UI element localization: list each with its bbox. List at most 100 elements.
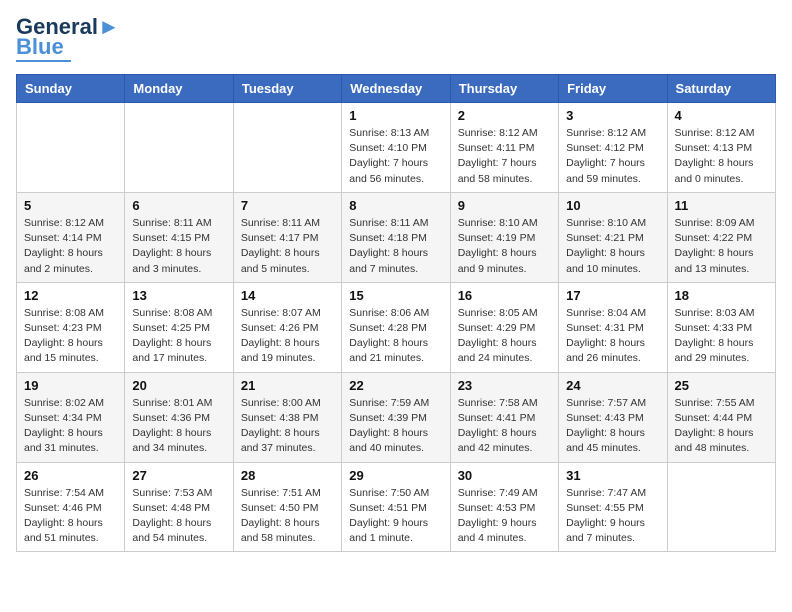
day-info: Sunrise: 7:50 AMSunset: 4:51 PMDaylight:…	[349, 486, 442, 547]
week-row-3: 12 Sunrise: 8:08 AMSunset: 4:23 PMDayligh…	[17, 282, 776, 372]
day-info: Sunrise: 7:53 AMSunset: 4:48 PMDaylight:…	[132, 486, 225, 547]
day-info: Sunrise: 8:10 AMSunset: 4:19 PMDaylight:…	[458, 216, 551, 277]
day-info: Sunrise: 8:12 AMSunset: 4:11 PMDaylight:…	[458, 126, 551, 187]
day-number: 16	[458, 288, 551, 303]
day-info: Sunrise: 7:51 AMSunset: 4:50 PMDaylight:…	[241, 486, 334, 547]
day-number: 7	[241, 198, 334, 213]
day-info: Sunrise: 8:03 AMSunset: 4:33 PMDaylight:…	[675, 306, 768, 367]
day-cell-29: 29 Sunrise: 7:50 AMSunset: 4:51 PMDayligh…	[342, 462, 450, 552]
day-cell-5: 5 Sunrise: 8:12 AMSunset: 4:14 PMDaylight…	[17, 192, 125, 282]
header-day-sunday: Sunday	[17, 75, 125, 103]
day-info: Sunrise: 8:10 AMSunset: 4:21 PMDaylight:…	[566, 216, 659, 277]
day-cell-1: 1Sunrise: 8:13 AMSunset: 4:10 PMDaylight…	[342, 103, 450, 193]
day-info: Sunrise: 7:57 AMSunset: 4:43 PMDaylight:…	[566, 396, 659, 457]
day-number: 24	[566, 378, 659, 393]
day-cell-16: 16Sunrise: 8:05 AMSunset: 4:29 PMDayligh…	[450, 282, 558, 372]
day-info: Sunrise: 7:47 AMSunset: 4:55 PMDaylight:…	[566, 486, 659, 547]
day-cell-6: 6 Sunrise: 8:11 AMSunset: 4:15 PMDaylight…	[125, 192, 233, 282]
day-info: Sunrise: 8:08 AMSunset: 4:23 PMDaylight:…	[24, 306, 117, 367]
day-number: 19	[24, 378, 117, 393]
day-info: Sunrise: 8:13 AMSunset: 4:10 PMDaylight:…	[349, 126, 442, 187]
day-number: 8	[349, 198, 442, 213]
day-number: 4	[675, 108, 768, 123]
week-row-2: 5 Sunrise: 8:12 AMSunset: 4:14 PMDaylight…	[17, 192, 776, 282]
day-info: Sunrise: 7:59 AMSunset: 4:39 PMDaylight:…	[349, 396, 442, 457]
day-cell-30: 30 Sunrise: 7:49 AMSunset: 4:53 PMDayligh…	[450, 462, 558, 552]
day-info: Sunrise: 8:04 AMSunset: 4:31 PMDaylight:…	[566, 306, 659, 367]
empty-cell	[17, 103, 125, 193]
day-cell-21: 21 Sunrise: 8:00 AMSunset: 4:38 PMDayligh…	[233, 372, 341, 462]
day-info: Sunrise: 8:12 AMSunset: 4:12 PMDaylight:…	[566, 126, 659, 187]
day-info: Sunrise: 7:54 AMSunset: 4:46 PMDaylight:…	[24, 486, 117, 547]
day-number: 12	[24, 288, 117, 303]
day-number: 14	[241, 288, 334, 303]
day-info: Sunrise: 8:02 AMSunset: 4:34 PMDaylight:…	[24, 396, 117, 457]
day-cell-3: 3 Sunrise: 8:12 AMSunset: 4:12 PMDaylight…	[559, 103, 667, 193]
day-cell-18: 18 Sunrise: 8:03 AMSunset: 4:33 PMDayligh…	[667, 282, 775, 372]
day-cell-19: 19 Sunrise: 8:02 AMSunset: 4:34 PMDayligh…	[17, 372, 125, 462]
day-cell-28: 28 Sunrise: 7:51 AMSunset: 4:50 PMDayligh…	[233, 462, 341, 552]
day-number: 27	[132, 468, 225, 483]
day-cell-7: 7 Sunrise: 8:11 AMSunset: 4:17 PMDaylight…	[233, 192, 341, 282]
calendar-table: SundayMondayTuesdayWednesdayThursdayFrid…	[16, 74, 776, 552]
day-cell-10: 10 Sunrise: 8:10 AMSunset: 4:21 PMDayligh…	[559, 192, 667, 282]
calendar-body: 1Sunrise: 8:13 AMSunset: 4:10 PMDaylight…	[17, 103, 776, 552]
header-day-thursday: Thursday	[450, 75, 558, 103]
day-number: 18	[675, 288, 768, 303]
page-header: General► Blue	[16, 16, 776, 62]
day-cell-20: 20 Sunrise: 8:01 AMSunset: 4:36 PMDayligh…	[125, 372, 233, 462]
day-info: Sunrise: 8:01 AMSunset: 4:36 PMDaylight:…	[132, 396, 225, 457]
logo-line	[16, 60, 71, 62]
day-number: 23	[458, 378, 551, 393]
day-number: 6	[132, 198, 225, 213]
logo-text2: Blue	[16, 36, 64, 58]
header-day-wednesday: Wednesday	[342, 75, 450, 103]
day-number: 3	[566, 108, 659, 123]
day-cell-25: 25 Sunrise: 7:55 AMSunset: 4:44 PMDayligh…	[667, 372, 775, 462]
day-number: 22	[349, 378, 442, 393]
week-row-1: 1Sunrise: 8:13 AMSunset: 4:10 PMDaylight…	[17, 103, 776, 193]
day-cell-23: 23Sunrise: 7:58 AMSunset: 4:41 PMDayligh…	[450, 372, 558, 462]
day-cell-4: 4 Sunrise: 8:12 AMSunset: 4:13 PMDaylight…	[667, 103, 775, 193]
day-info: Sunrise: 8:12 AMSunset: 4:13 PMDaylight:…	[675, 126, 768, 187]
day-cell-27: 27 Sunrise: 7:53 AMSunset: 4:48 PMDayligh…	[125, 462, 233, 552]
day-info: Sunrise: 8:12 AMSunset: 4:14 PMDaylight:…	[24, 216, 117, 277]
day-info: Sunrise: 8:07 AMSunset: 4:26 PMDaylight:…	[241, 306, 334, 367]
day-number: 9	[458, 198, 551, 213]
day-number: 11	[675, 198, 768, 213]
header-row: SundayMondayTuesdayWednesdayThursdayFrid…	[17, 75, 776, 103]
day-number: 21	[241, 378, 334, 393]
day-cell-9: 9 Sunrise: 8:10 AMSunset: 4:19 PMDaylight…	[450, 192, 558, 282]
day-number: 5	[24, 198, 117, 213]
header-day-saturday: Saturday	[667, 75, 775, 103]
day-info: Sunrise: 8:00 AMSunset: 4:38 PMDaylight:…	[241, 396, 334, 457]
day-cell-17: 17Sunrise: 8:04 AMSunset: 4:31 PMDayligh…	[559, 282, 667, 372]
day-number: 30	[458, 468, 551, 483]
day-number: 20	[132, 378, 225, 393]
day-info: Sunrise: 7:49 AMSunset: 4:53 PMDaylight:…	[458, 486, 551, 547]
day-number: 25	[675, 378, 768, 393]
day-cell-12: 12 Sunrise: 8:08 AMSunset: 4:23 PMDayligh…	[17, 282, 125, 372]
empty-cell	[125, 103, 233, 193]
day-cell-13: 13 Sunrise: 8:08 AMSunset: 4:25 PMDayligh…	[125, 282, 233, 372]
day-info: Sunrise: 8:11 AMSunset: 4:18 PMDaylight:…	[349, 216, 442, 277]
day-info: Sunrise: 8:06 AMSunset: 4:28 PMDaylight:…	[349, 306, 442, 367]
empty-cell	[233, 103, 341, 193]
day-number: 29	[349, 468, 442, 483]
day-number: 13	[132, 288, 225, 303]
day-cell-22: 22 Sunrise: 7:59 AMSunset: 4:39 PMDayligh…	[342, 372, 450, 462]
calendar-header: SundayMondayTuesdayWednesdayThursdayFrid…	[17, 75, 776, 103]
day-number: 28	[241, 468, 334, 483]
day-info: Sunrise: 8:11 AMSunset: 4:17 PMDaylight:…	[241, 216, 334, 277]
day-cell-24: 24 Sunrise: 7:57 AMSunset: 4:43 PMDayligh…	[559, 372, 667, 462]
empty-cell	[667, 462, 775, 552]
day-info: Sunrise: 7:55 AMSunset: 4:44 PMDaylight:…	[675, 396, 768, 457]
header-day-friday: Friday	[559, 75, 667, 103]
day-cell-26: 26Sunrise: 7:54 AMSunset: 4:46 PMDayligh…	[17, 462, 125, 552]
day-number: 10	[566, 198, 659, 213]
day-cell-15: 15Sunrise: 8:06 AMSunset: 4:28 PMDayligh…	[342, 282, 450, 372]
day-info: Sunrise: 8:11 AMSunset: 4:15 PMDaylight:…	[132, 216, 225, 277]
day-number: 2	[458, 108, 551, 123]
day-info: Sunrise: 8:08 AMSunset: 4:25 PMDaylight:…	[132, 306, 225, 367]
header-day-tuesday: Tuesday	[233, 75, 341, 103]
